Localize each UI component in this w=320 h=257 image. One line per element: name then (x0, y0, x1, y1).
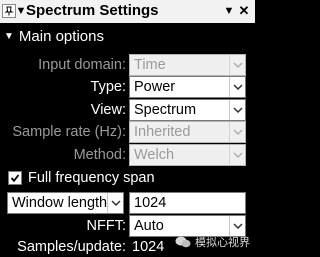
chevron-down-icon[interactable] (229, 122, 245, 142)
main-options-label: Main options (18, 27, 104, 45)
method-label: Method: (73, 147, 126, 163)
nfft-value: Auto (134, 218, 164, 234)
input-domain-label: Input domain: (38, 57, 126, 73)
chevron-down-icon[interactable] (107, 193, 123, 213)
chevron-down-icon[interactable] (229, 55, 245, 75)
close-icon[interactable]: ✕ (237, 3, 251, 18)
window-length-input[interactable]: 1024 (129, 192, 246, 214)
checkmark-icon (10, 174, 20, 183)
type-value: Power (134, 79, 176, 95)
window-length-selector[interactable]: Window length: (7, 192, 124, 214)
full-frequency-span-checkbox[interactable] (8, 171, 22, 185)
window-length-selector-value: Window length: (12, 195, 112, 211)
type-label: Type: (90, 79, 126, 95)
sample-rate-value: Inherited (134, 124, 191, 140)
sample-rate-label: Sample rate (Hz): (12, 124, 126, 140)
view-dropdown[interactable]: Spectrum (129, 99, 246, 121)
chevron-down-icon[interactable] (229, 145, 245, 165)
watermark-text: 模拟心视界 (195, 237, 250, 249)
expand-triangle-icon[interactable]: ▼ (4, 31, 14, 42)
samples-update-value: 1024 (132, 239, 165, 255)
panel-title: Spectrum Settings (26, 2, 159, 19)
main-options-header[interactable]: ▼ Main options (0, 26, 104, 46)
chevron-down-icon[interactable] (229, 77, 245, 97)
method-value: Welch (134, 147, 175, 163)
watermark: 模拟心视界 (175, 233, 250, 251)
input-domain-dropdown[interactable]: Time (129, 54, 246, 76)
input-domain-value: Time (134, 57, 166, 73)
type-dropdown[interactable]: Power (129, 76, 246, 98)
method-dropdown[interactable]: Welch (129, 144, 246, 166)
view-value: Spectrum (134, 102, 197, 118)
chat-bubble-icon (175, 236, 191, 248)
samples-update-label: Samples/update: (17, 239, 126, 255)
view-label: View: (90, 102, 126, 118)
nfft-label: NFFT: (86, 218, 126, 234)
title-bar: ▼ Spectrum Settings ▼ ✕ (0, 0, 255, 23)
full-frequency-span-row[interactable]: Full frequency span (8, 169, 155, 187)
chevron-down-icon[interactable] (229, 100, 245, 120)
window-length-value: 1024 (134, 195, 167, 211)
spectrum-settings-panel: ▼ Spectrum Settings ▼ ✕ ▼ Main options I… (0, 0, 255, 257)
menu-arrow-icon[interactable]: ▼ (222, 4, 236, 18)
full-frequency-span-label: Full frequency span (28, 170, 155, 186)
sample-rate-dropdown[interactable]: Inherited (129, 121, 246, 143)
